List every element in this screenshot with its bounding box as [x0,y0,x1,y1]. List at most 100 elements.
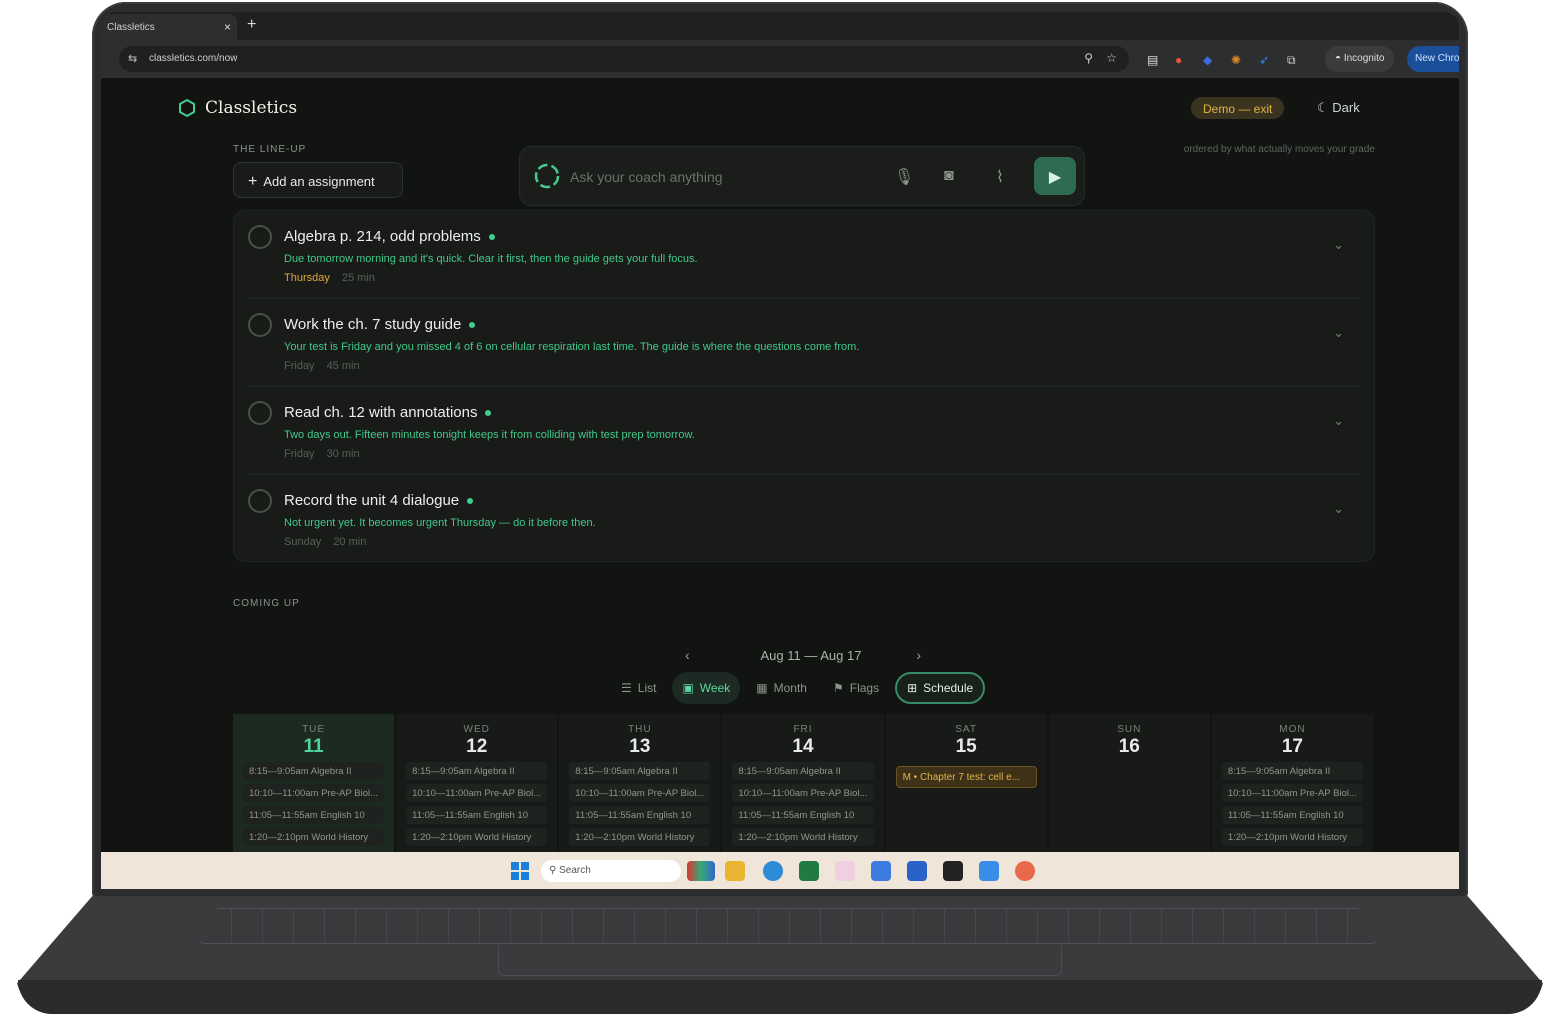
class-event[interactable]: 10:10—11:00am Pre-AP Biol... [406,784,548,802]
complete-checkbox[interactable] [248,313,272,337]
outlook-icon[interactable] [907,861,927,881]
class-event[interactable]: 10:10—11:00am Pre-AP Biol... [1221,784,1363,802]
ordered-note: ordered by what actually moves your grad… [1183,144,1375,155]
class-event[interactable]: 8:15—9:05am Algebra II [406,762,548,780]
assignment-title: Algebra p. 214, odd problems [284,228,481,245]
extension-icon[interactable]: ◆ [1203,53,1212,67]
class-event[interactable]: 11:05—11:55am English 10 [569,806,711,824]
excel-icon[interactable] [799,861,819,881]
site-settings-icon[interactable]: ⇆ [128,52,137,65]
class-event[interactable]: 10:10—11:00am Pre-AP Biol... [569,784,711,802]
class-event[interactable]: 8:15—9:05am Algebra II [243,762,385,780]
chevron-down-icon[interactable]: ⌄ [1333,325,1344,341]
class-event[interactable]: 1:20—2:10pm World History [569,828,711,846]
browser-tab-bar: Classletics × + [101,12,1459,40]
class-event[interactable]: 8:15—9:05am Algebra II [732,762,874,780]
brand[interactable]: Classletics [177,98,297,118]
chevron-right-icon[interactable]: › [916,647,921,663]
assignment-title: Work the ch. 7 study guide [284,316,462,333]
search-icon: ⚲ [549,865,560,876]
chevron-down-icon[interactable]: ⌄ [1333,413,1344,429]
extension-icon[interactable]: ✺ [1231,53,1241,67]
class-event[interactable]: 8:15—9:05am Algebra II [1221,762,1363,780]
assignment-title: Record the unit 4 dialogue [284,492,460,509]
view-label: Month [773,681,807,695]
close-icon[interactable]: × [224,20,231,34]
day-number: 15 [955,736,977,757]
view-tab-week[interactable]: ▣ Week [672,672,741,704]
class-event[interactable]: 1:20—2:10pm World History [732,828,874,846]
complete-checkbox[interactable] [248,489,272,513]
assignment-reason: Two days out. Fifteen minutes tonight ke… [284,429,695,441]
browser-tab[interactable]: Classletics × [101,14,237,40]
extension-icon[interactable]: ● [1175,53,1182,67]
dark-mode-toggle[interactable]: ☾ Dark [1317,100,1360,116]
windows-start-icon[interactable] [511,862,529,880]
laptop-screen: Classletics × + ⇆ classletics.com/now ⚲ … [101,12,1459,889]
test-event[interactable]: M • Chapter 7 test: cell e... [895,766,1037,788]
chevron-down-icon[interactable]: ⌄ [1333,501,1344,517]
class-event[interactable]: 1:20—2:10pm World History [1221,828,1363,846]
complete-checkbox[interactable] [248,401,272,425]
coach-logo-icon [534,163,560,189]
coach-input[interactable]: Ask your coach anything [570,169,723,185]
class-event[interactable]: 11:05—11:55am English 10 [243,806,385,824]
day-column: WED 12 8:15—9:05am Algebra II 10:10—11:0… [396,714,560,854]
terminal-icon[interactable] [943,861,963,881]
app-main: Classletics Demo — exit ☾ Dark THE LINE-… [101,78,1459,854]
file-explorer-icon[interactable] [725,861,745,881]
new-chrome-button[interactable]: New Chrome [1407,46,1459,72]
incognito-badge[interactable]: ◓ Incognito [1325,46,1395,72]
duration: 25 min [341,272,375,284]
day-of-week: SUN [1117,724,1142,735]
app-icon[interactable] [1015,861,1035,881]
day-of-week: WED [463,724,490,735]
view-tab-schedule[interactable]: ⊞ Schedule [895,672,986,704]
class-event[interactable]: 1:20—2:10pm World History [406,828,548,846]
class-event[interactable]: 8:15—9:05am Algebra II [569,762,711,780]
taskbar-search[interactable]: ⚲ Search [541,860,681,882]
send-button[interactable]: ▶ [1034,157,1076,195]
app-icon[interactable] [979,861,999,881]
new-tab-button[interactable]: + [247,16,256,34]
extension-icon[interactable]: ➶ [1259,53,1269,67]
view-tab-month[interactable]: ▦ Month [746,672,817,704]
view-tab-list[interactable]: ☰ List [611,672,666,704]
class-event[interactable]: 11:05—11:55am English 10 [1221,806,1363,824]
day-number: 11 [303,736,324,757]
complete-checkbox[interactable] [248,225,272,249]
notepad-icon[interactable] [871,861,891,881]
document-icon[interactable]: ▤ [1147,53,1158,67]
class-event[interactable]: 10:10—11:00am Pre-AP Biol... [243,784,385,802]
lineup-item[interactable]: Algebra p. 214, odd problems Due tomorro… [234,211,1374,299]
puzzle-icon[interactable]: ⧉ [1287,53,1296,68]
class-event[interactable]: 11:05—11:55am English 10 [732,806,874,824]
due-day: Friday [284,360,315,372]
star-icon[interactable]: ☆ [1106,51,1117,65]
camera-icon[interactable]: ◙ [944,167,954,185]
view-tab-flags[interactable]: ⚑ Flags [823,672,889,704]
chrome-icon[interactable] [763,861,783,881]
app-icon[interactable] [835,861,855,881]
chevron-left-icon[interactable]: ‹ [685,647,690,663]
widgets-icon[interactable] [687,861,715,881]
status-dot [488,234,495,241]
laptop-trackpad [498,946,1062,976]
paperclip-icon[interactable]: ⌇ [996,167,1004,187]
week-calendar: TUE 11 8:15—9:05am Algebra II 10:10—11:0… [233,714,1375,854]
lineup-item[interactable]: Record the unit 4 dialogue Not urgent ye… [234,475,1374,563]
day-column: SUN 16 [1048,714,1212,854]
lineup-item[interactable]: Work the ch. 7 study guide Your test is … [234,299,1374,387]
zoom-icon[interactable]: ⚲ [1084,51,1093,65]
add-assignment-button[interactable]: + Add an assignment [233,162,403,198]
day-of-week: FRI [793,724,813,735]
microphone-icon[interactable]: 🎙︎ [894,167,914,187]
class-event[interactable]: 1:20—2:10pm World History [243,828,385,846]
lineup-item[interactable]: Read ch. 12 with annotations Two days ou… [234,387,1374,475]
address-bar[interactable]: ⇆ classletics.com/now ⚲ ☆ [119,46,1129,72]
chevron-down-icon[interactable]: ⌄ [1333,237,1344,253]
lineup-heading: THE LINE-UP [233,144,307,155]
class-event[interactable]: 10:10—11:00am Pre-AP Biol... [732,784,874,802]
demo-exit-button[interactable]: Demo — exit [1191,97,1285,119]
class-event[interactable]: 11:05—11:55am English 10 [406,806,548,824]
